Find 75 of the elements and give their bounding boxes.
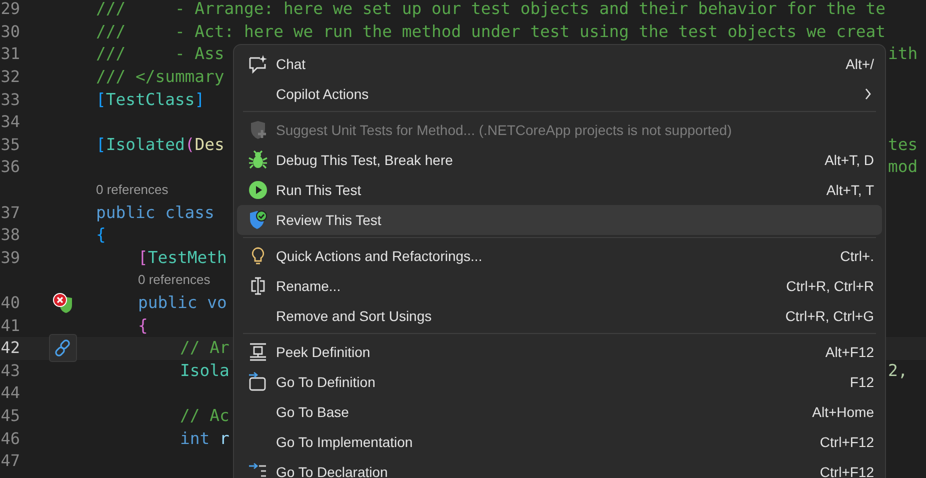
line-number: 30	[0, 22, 20, 41]
line-number: 29	[0, 0, 20, 18]
menu-item[interactable]: Chat Alt+/	[237, 49, 882, 79]
menu-item[interactable]: Rename... Ctrl+R, Ctrl+R	[237, 271, 882, 301]
line-number: 36	[0, 157, 20, 176]
test-failed-shield-icon[interactable]	[52, 292, 74, 314]
code-line: /// - Act: here we run the method under test using the test objects we creat	[96, 22, 886, 41]
arrow-list-icon	[248, 462, 268, 478]
menu-item[interactable]: Go To Base Alt+Home	[237, 397, 882, 427]
code-line: {	[138, 316, 148, 335]
code-line: /// - Arrange: here we set up our test objects and their behavior for the te	[96, 0, 886, 18]
menu-item[interactable]: Peek Definition Alt+F12	[237, 337, 882, 367]
code-line: // Ar	[180, 338, 230, 358]
quick-action-button[interactable]	[49, 334, 77, 362]
code-line: {	[96, 225, 106, 244]
line-number: 42	[0, 338, 20, 358]
shield-check-icon	[248, 210, 268, 230]
line-number: 35	[0, 134, 20, 154]
menu-item[interactable]: Go To Definition F12	[237, 367, 882, 397]
shortcut-text: F12	[850, 374, 874, 390]
shortcut-text: Ctrl+R, Ctrl+G	[785, 308, 874, 324]
menu-item[interactable]: Remove and Sort Usings Ctrl+R, Ctrl+G	[237, 301, 882, 331]
shortcut-text: Alt+/	[846, 56, 874, 72]
chat-icon	[248, 54, 268, 74]
code-fragment: ith	[888, 44, 918, 64]
line-number: 34	[0, 112, 20, 132]
line-number: 39	[0, 248, 20, 267]
code-line: Isola	[180, 360, 230, 380]
codelens-references[interactable]: 0 references	[96, 182, 168, 198]
menu-item[interactable]: Copilot Actions	[237, 79, 882, 109]
menu-item[interactable]: Review This Test	[237, 205, 882, 235]
line-number: 47	[0, 451, 20, 470]
link-icon	[53, 338, 73, 358]
line-number: 45	[0, 406, 20, 425]
shortcut-text: Alt+T, D	[824, 152, 874, 168]
code-fragment: 2,	[888, 360, 908, 380]
menu-item[interactable]: Debug This Test, Break here Alt+T, D	[237, 145, 882, 175]
menu-item[interactable]: Run This Test Alt+T, T	[237, 175, 882, 205]
shortcut-text: Ctrl+F12	[820, 434, 874, 450]
code-line: /// </summary	[96, 67, 224, 86]
shortcut-text: Alt+F12	[825, 344, 874, 360]
shortcut-text: Ctrl+R, Ctrl+R	[786, 278, 874, 294]
code-line: int r	[180, 428, 230, 448]
line-number: 31	[0, 44, 20, 64]
line-number: 46	[0, 428, 20, 448]
codelens-references[interactable]: 0 references	[138, 272, 210, 288]
shield-plus-icon	[248, 120, 268, 140]
menu-item[interactable]: Quick Actions and Refactorings... Ctrl+.	[237, 241, 882, 271]
arrow-box-icon	[248, 372, 268, 392]
code-line: [TestClass]	[96, 90, 205, 109]
code-line: [Isolated(Des	[96, 134, 224, 154]
shortcut-text: Alt+Home	[812, 404, 874, 420]
code-fragment: tes	[888, 134, 918, 154]
line-number: 41	[0, 316, 20, 335]
play-icon	[248, 180, 268, 200]
code-line: /// - Ass	[96, 44, 224, 64]
line-number: 44	[0, 383, 20, 402]
bug-icon	[248, 150, 268, 170]
peek-icon	[248, 342, 268, 362]
code-line: // Ac	[180, 406, 230, 425]
line-number: 32	[0, 67, 20, 86]
shortcut-text: Ctrl+.	[840, 248, 874, 264]
shortcut-text: Ctrl+F12	[820, 464, 874, 478]
code-line: public class	[96, 202, 216, 222]
menu-item[interactable]: Go To Implementation Ctrl+F12	[237, 427, 882, 457]
shortcut-text: Alt+T, T	[826, 182, 874, 198]
code-line: [TestMeth	[138, 248, 227, 267]
code-fragment: mod	[888, 157, 918, 176]
code-line: public vo	[138, 293, 227, 312]
line-number: 38	[0, 225, 20, 244]
menu-item[interactable]: Go To Declaration Ctrl+F12	[237, 457, 882, 478]
line-number: 43	[0, 360, 20, 380]
line-number: 40	[0, 293, 20, 312]
line-number: 33	[0, 90, 20, 109]
line-number: 37	[0, 202, 20, 222]
